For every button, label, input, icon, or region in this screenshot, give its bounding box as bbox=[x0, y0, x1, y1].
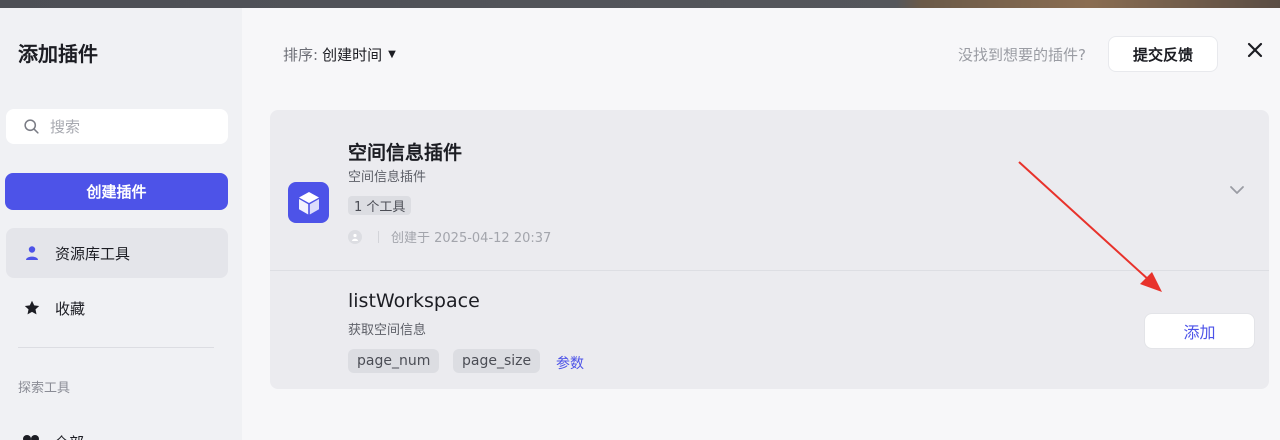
plugin-description: 空间信息插件 bbox=[348, 170, 427, 185]
params-link[interactable]: 参数 bbox=[556, 353, 584, 373]
sidebar-item-label: 全部 bbox=[54, 432, 84, 440]
window-top-strip bbox=[0, 0, 1280, 8]
star-icon bbox=[24, 300, 40, 315]
sidebar-item-label: 收藏 bbox=[55, 299, 86, 318]
sort-value: 创建时间 bbox=[322, 46, 383, 64]
plugin-name: 空间信息插件 bbox=[348, 142, 463, 164]
caret-down-icon: ▼ bbox=[388, 49, 396, 60]
submit-feedback-button[interactable]: 提交反馈 bbox=[1108, 36, 1218, 72]
grid-icon bbox=[23, 434, 39, 440]
sidebar-item-all[interactable]: 全部 bbox=[22, 432, 84, 440]
sidebar-divider bbox=[18, 347, 214, 348]
cube-icon bbox=[288, 182, 329, 223]
create-plugin-button[interactable]: 创建插件 bbox=[5, 173, 228, 210]
card-divider bbox=[270, 270, 1269, 271]
avatar bbox=[348, 229, 362, 244]
param-tag: page_num bbox=[348, 349, 440, 373]
user-icon bbox=[26, 246, 38, 260]
tool-name: listWorkspace bbox=[348, 290, 480, 312]
search-box[interactable] bbox=[6, 109, 228, 144]
section-label-explore: 探索工具 bbox=[18, 381, 71, 396]
sidebar-item-library-tools[interactable]: 资源库工具 bbox=[6, 228, 228, 278]
search-icon bbox=[24, 119, 39, 134]
close-icon[interactable] bbox=[1244, 39, 1266, 61]
search-input[interactable] bbox=[50, 117, 210, 136]
created-time: 创建于 2025-04-12 20:37 bbox=[391, 231, 552, 246]
plugin-meta: 创建于 2025-04-12 20:37 bbox=[348, 227, 551, 246]
tool-count-badge: 1 个工具 bbox=[348, 196, 412, 215]
tool-description: 获取空间信息 bbox=[348, 323, 427, 338]
add-tool-button[interactable]: 添加 bbox=[1144, 313, 1255, 349]
sidebar-item-label: 资源库工具 bbox=[55, 244, 131, 263]
sidebar: 添加插件 创建插件 资源库工具 收藏 探索工具 全部 bbox=[0, 8, 242, 440]
not-found-text: 没找到想要的插件? bbox=[958, 46, 1086, 64]
sidebar-title: 添加插件 bbox=[18, 42, 98, 66]
meta-separator bbox=[378, 230, 379, 243]
chevron-down-icon[interactable] bbox=[1227, 180, 1247, 200]
sort-dropdown[interactable]: 排序: 创建时间 ▼ bbox=[283, 44, 396, 65]
sort-label: 排序: bbox=[283, 46, 319, 64]
sidebar-item-favorites[interactable]: 收藏 bbox=[6, 283, 228, 333]
param-tag: page_size bbox=[453, 349, 541, 373]
plugin-card: 空间信息插件 空间信息插件 1 个工具 创建于 2025-04-12 20:37… bbox=[270, 110, 1269, 389]
